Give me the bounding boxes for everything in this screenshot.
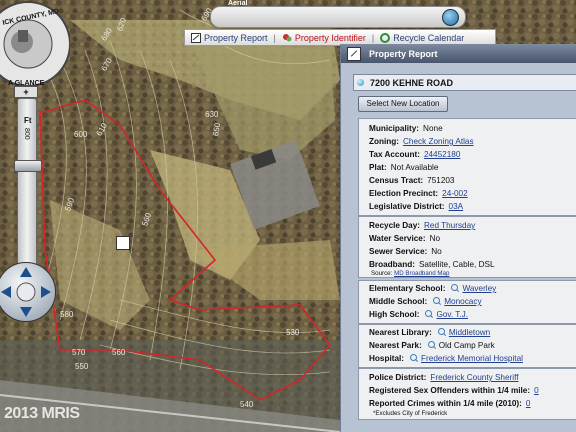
search-bar[interactable] — [210, 6, 466, 28]
tab-label: Recycle Calendar — [393, 32, 465, 43]
pan-arrows-icon[interactable] — [0, 263, 55, 321]
recycle-day-link[interactable]: Red Thursday — [424, 221, 475, 230]
census-tract-value: 751203 — [427, 176, 455, 185]
broadband-value: Satellite, Cable, DSL — [418, 260, 495, 269]
source-link[interactable]: MD Broadband Map — [394, 270, 449, 277]
tab-label: Property Report — [204, 32, 268, 43]
census-tract-label: Census Tract: — [369, 176, 424, 185]
tab-label: Property Identifier — [294, 32, 366, 43]
nearest-library-label: Nearest Library: — [369, 328, 432, 337]
zoom-slider-thumb[interactable] — [14, 160, 42, 172]
address-text: 7200 KEHNE ROAD — [370, 77, 454, 88]
broadband-label: Broadband: — [369, 260, 415, 269]
contour-label: 530 — [286, 328, 300, 337]
election-precinct-link[interactable]: 24-002 — [442, 189, 468, 198]
watermark: 2013 MRIS — [4, 405, 80, 422]
nearest-park-label: Nearest Park: — [369, 341, 422, 350]
sex-offenders-label: Registered Sex Offenders within 1/4 mile… — [369, 386, 531, 395]
search-icon[interactable] — [425, 310, 433, 318]
search-icon[interactable] — [437, 328, 446, 336]
recycle-day-label: Recycle Day: — [369, 221, 420, 230]
contour-label: 600 — [74, 130, 88, 139]
legislative-district-label: Legislative District: — [369, 202, 445, 211]
property-report-panel: Property Report 7200 KEHNE ROAD Select N… — [340, 44, 576, 432]
zoning-label: Zoning: — [369, 137, 400, 146]
water-service-value: No — [429, 234, 441, 243]
safety-section: Police District: Frederick County Sheriff… — [358, 368, 576, 420]
contour-label: 540 — [240, 400, 254, 409]
nearest-library-link[interactable]: Middletown — [449, 328, 490, 337]
search-icon[interactable] — [433, 297, 441, 305]
reported-crimes-label: Reported Crimes within 1/4 mile (2010): — [369, 399, 522, 408]
scale-value: 800 — [23, 128, 30, 140]
middle-school-label: Middle School: — [369, 297, 428, 306]
hospital-link[interactable]: Frederick Memorial Hospital — [421, 354, 523, 363]
tax-account-link[interactable]: 24452180 — [424, 150, 460, 159]
high-school-label: High School: — [369, 310, 420, 319]
panel-title: Property Report — [369, 48, 438, 59]
select-new-location-button[interactable]: Select New Location — [358, 96, 448, 112]
contour-label: 570 — [72, 348, 86, 357]
report-icon — [347, 46, 361, 61]
sewer-service-label: Sewer Service: — [369, 247, 428, 256]
reported-crimes-link[interactable]: 0 — [526, 399, 531, 408]
election-precinct-label: Election Precinct: — [369, 189, 439, 198]
water-service-label: Water Service: — [369, 234, 426, 243]
contour-label: 580 — [60, 310, 74, 319]
source-label: Source: — [371, 270, 393, 277]
address-bar: 7200 KEHNE ROAD — [353, 74, 576, 91]
tab-property-report[interactable]: Property Report — [185, 30, 274, 45]
contour-label: 560 — [112, 348, 126, 357]
middle-school-link[interactable]: Monocacy — [444, 297, 481, 306]
services-section: Recycle Day: Red Thursday Water Service: N… — [358, 216, 576, 278]
nearby-section: Nearest Library: Middletown Nearest Park:… — [358, 324, 576, 368]
nearest-park-value: Old Camp Park — [438, 341, 495, 350]
legislative-district-link[interactable]: 03A — [449, 202, 464, 211]
property-info-section: Municipality: None Zoning: Check Zoning At… — [358, 118, 576, 216]
scale-unit: Ft — [24, 116, 32, 125]
crimes-note: *Excludes City of Frederick — [373, 410, 448, 417]
elementary-school-label: Elementary School: — [369, 284, 446, 293]
pan-control[interactable] — [0, 262, 56, 322]
high-school-link[interactable]: Gov. T.J. — [436, 310, 468, 319]
police-district-label: Police District: — [369, 373, 427, 382]
tab-recycle-calendar[interactable]: Recycle Calendar — [374, 30, 470, 45]
municipality-value: None — [423, 124, 443, 133]
panel-header: Property Report — [341, 44, 576, 63]
search-icon[interactable] — [427, 341, 436, 349]
identifier-icon — [282, 33, 292, 41]
zoning-link[interactable]: Check Zoning Atlas — [403, 137, 474, 146]
search-icon[interactable] — [410, 354, 418, 362]
elementary-school-link[interactable]: Waverley — [462, 284, 496, 293]
hospital-label: Hospital: — [369, 354, 405, 363]
recycle-icon — [380, 32, 391, 43]
search-icon[interactable] — [451, 284, 459, 292]
plat-label: Plat: — [369, 163, 387, 172]
parcel-marker-icon[interactable] — [116, 236, 130, 250]
report-icon — [191, 32, 201, 43]
schools-section: Elementary School: Waverley Middle School… — [358, 280, 576, 324]
zoom-in-button[interactable]: + — [14, 86, 38, 98]
location-dot-icon — [357, 79, 364, 86]
tax-account-label: Tax Account: — [369, 150, 420, 159]
tab-property-identifier[interactable]: Property Identifier — [276, 30, 372, 45]
sewer-service-value: No — [431, 247, 442, 256]
contour-label: 550 — [75, 362, 89, 371]
sex-offenders-link[interactable]: 0 — [534, 386, 539, 395]
plat-value: Not Available — [390, 163, 439, 172]
search-go-icon[interactable] — [442, 9, 459, 26]
police-district-link[interactable]: Frederick County Sheriff — [430, 373, 518, 382]
contour-label: 630 — [205, 110, 219, 119]
municipality-label: Municipality: — [369, 124, 420, 133]
